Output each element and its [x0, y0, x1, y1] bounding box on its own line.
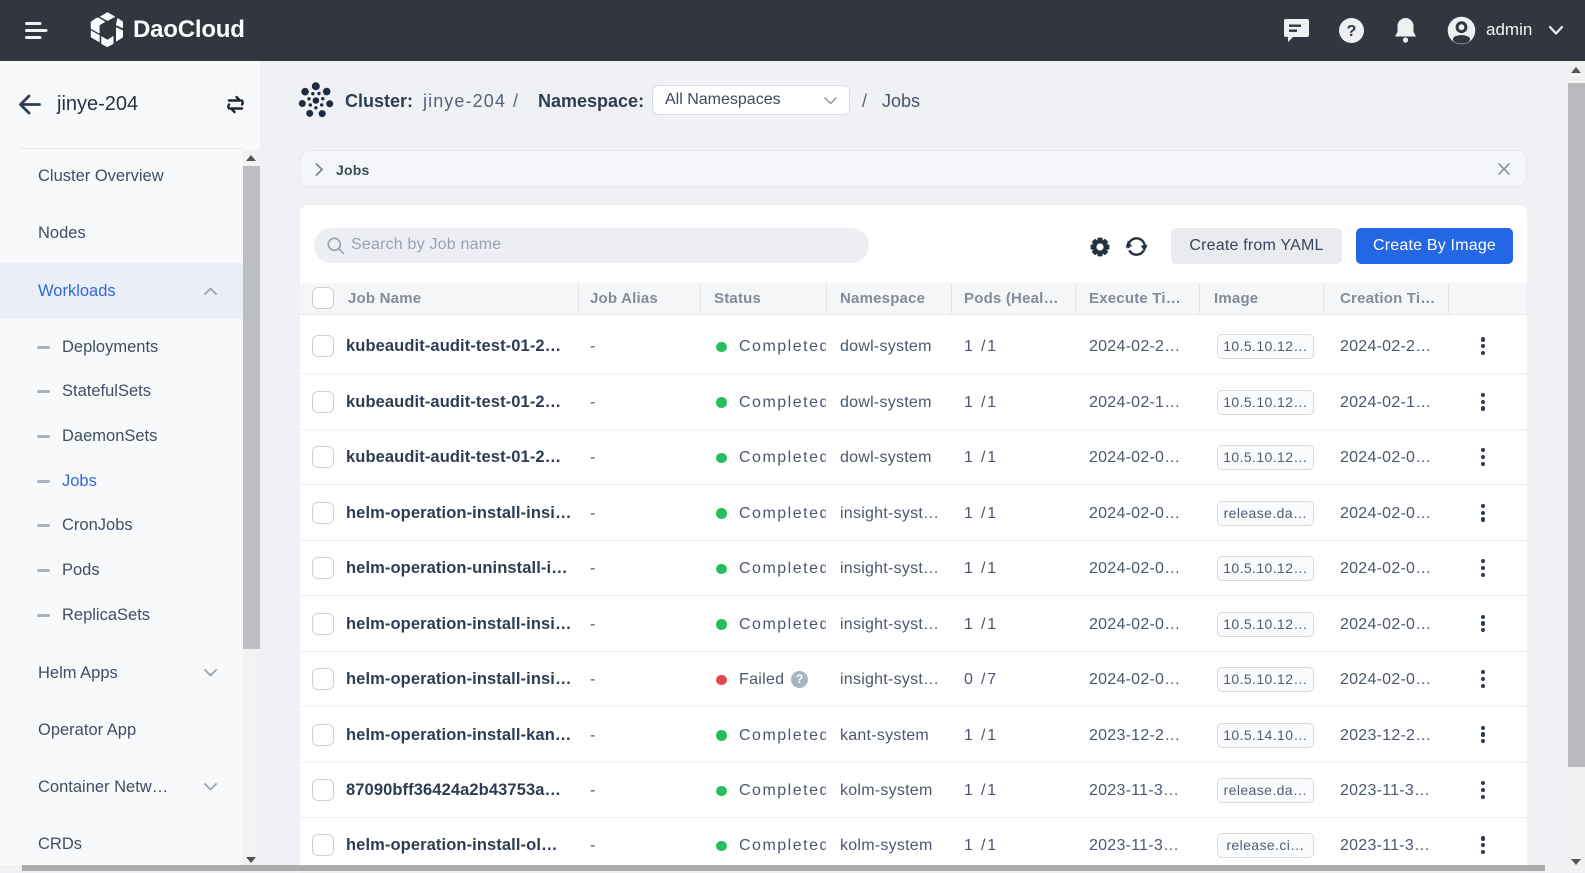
svg-text:?: ?: [1347, 23, 1357, 40]
